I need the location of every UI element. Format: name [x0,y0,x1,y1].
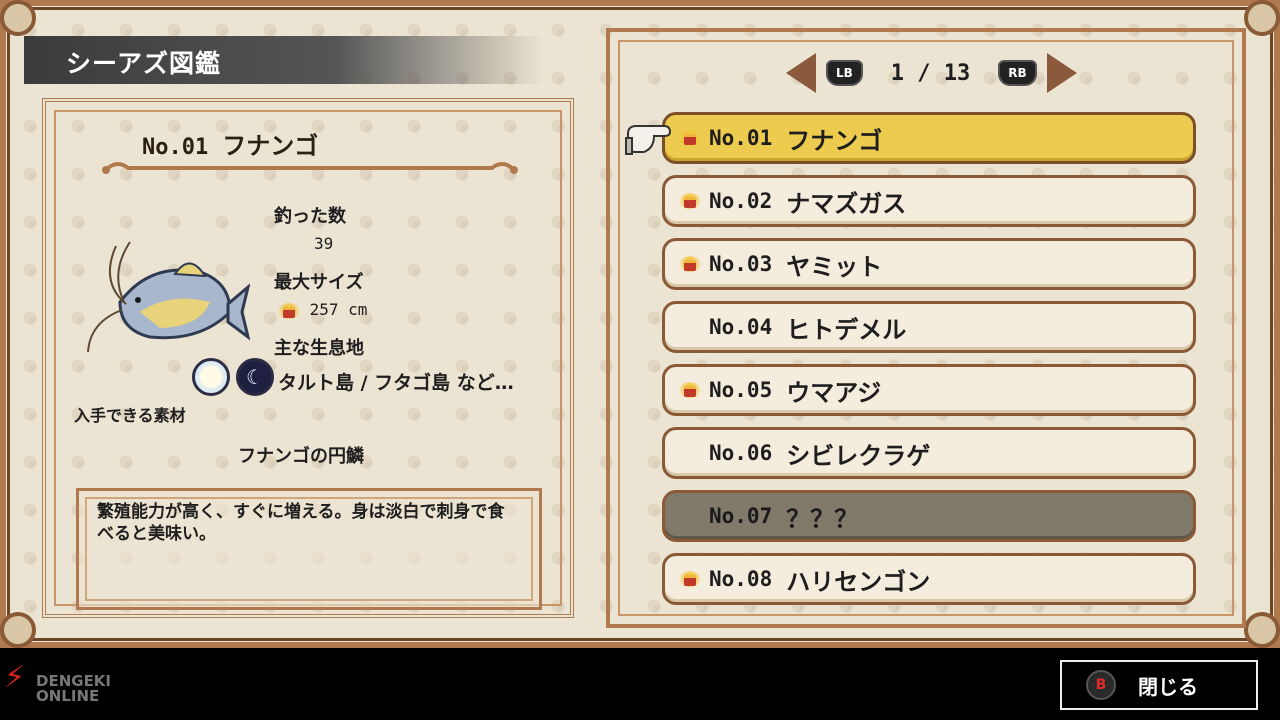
pointer-hand-icon [625,125,672,155]
fish-list-item[interactable]: No.01 フナンゴ [662,112,1196,164]
corner-ornament [1244,612,1280,648]
material-name: フナンゴの円鱗 [238,446,364,467]
max-size-value: 257 cm [309,300,368,319]
crown-icon [679,382,701,398]
fish-list-item[interactable]: No.03 ヤミット [662,238,1196,290]
crown-slot [679,193,709,209]
fish-list-item[interactable]: No.05 ウマアジ [662,364,1196,416]
crown-icon [679,193,701,209]
caught-count-label: 釣った数 [274,206,346,227]
dengeki-online-logo: ⚡ DENGEKI ONLINE [4,663,111,705]
crown-icon [278,302,300,319]
fish-list-item[interactable]: No.02 ナマズガス [662,175,1196,227]
max-size-label: 最大サイズ [274,272,364,293]
fish-detail-panel: No.01 フナンゴ 釣った数 39 最大サイズ 257 cm 主な生息地 ☾ … [42,98,574,618]
habitat-icons [192,358,274,396]
fish-list-name: ウマアジ [786,378,882,407]
pager: LB 1 / 13 RB [786,50,1077,96]
day-icon [192,358,230,396]
fish-list-name: ヤミット [786,252,883,281]
description-box: 繁殖能力が高く、すぐに増える。身は淡白で刺身で食べると美味い。 [76,488,542,610]
logo-line2: ONLINE [36,687,100,705]
rb-button[interactable]: RB [998,60,1037,86]
lb-button[interactable]: LB [826,60,863,86]
ornament-divider [102,162,518,174]
page-indicator: 1 / 13 [890,60,971,86]
bolt-icon: ⚡ [4,660,26,695]
close-label: 閉じる [1138,674,1198,699]
fish-list-number: No.04 [709,315,773,339]
fish-list-number: No.03 [709,252,773,276]
fish-list-name: ナマズガス [786,189,907,218]
crown-slot [679,382,709,398]
fish-list-name: ヒトデメル [786,315,907,344]
fish-list-name: フナンゴ [786,126,883,155]
fish-list-name: シビレクラゲ [786,441,931,470]
crown-icon [679,256,701,272]
fish-number: No.01 [142,135,209,160]
fish-list-number: No.05 [709,378,773,402]
fish-list-name: ハリセンゴン [786,567,931,596]
corner-ornament [0,0,36,36]
corner-ornament [1244,0,1280,36]
fish-list-number: No.06 [709,441,773,465]
crown-icon [679,571,701,587]
crown-slot [679,571,709,587]
next-page-arrow-icon[interactable] [1046,53,1077,93]
fish-list-panel: LB 1 / 13 RB No.01 フナンゴ No.02 ナマズガス No.0… [606,28,1246,628]
fish-sprite [87,241,250,353]
prev-page-arrow-icon[interactable] [786,53,816,93]
materials-label: 入手できる素材 [74,406,186,425]
crown-icon [679,130,701,146]
fish-name: フナンゴ [222,132,319,160]
habitat-value: タルト島 / フタゴ島 など… [278,372,514,394]
crown-slot [679,256,709,272]
close-button[interactable]: 閉じる [1060,660,1258,710]
b-button-icon [1086,670,1116,700]
screen-title: シーアズ図鑑 [24,36,544,84]
fish-list: No.01 フナンゴ No.02 ナマズガス No.03 ヤミット No.04 … [662,112,1196,616]
max-size-row: 257 cm [278,300,367,319]
fish-list-number: No.01 [709,126,773,150]
night-icon [236,358,274,396]
fish-list-number: No.07 [709,504,773,528]
fish-list-number: No.08 [709,567,773,591]
encyclopedia-screen: シーアズ図鑑 No.01 フナンゴ 釣った数 39 最大サイズ 257 cm 主… [0,0,1280,648]
fish-title: No.01 フナンゴ [142,126,318,161]
caught-count-value: 39 [314,234,334,253]
fish-list-item[interactable]: No.06 シビレクラゲ [662,427,1196,479]
habitat-label: 主な生息地 [274,338,364,359]
fish-list-item[interactable]: No.08 ハリセンゴン [662,553,1196,605]
fish-list-number: No.02 [709,189,773,213]
fish-description: 繁殖能力が高く、すぐに増える。身は淡白で刺身で食べると美味い。 [97,502,505,544]
fish-list-name: ？？？ [786,504,859,533]
fish-list-item[interactable]: No.07 ？？？ [662,490,1196,542]
fish-list-item[interactable]: No.04 ヒトデメル [662,301,1196,353]
corner-ornament [0,612,36,648]
crown-slot [679,130,709,146]
